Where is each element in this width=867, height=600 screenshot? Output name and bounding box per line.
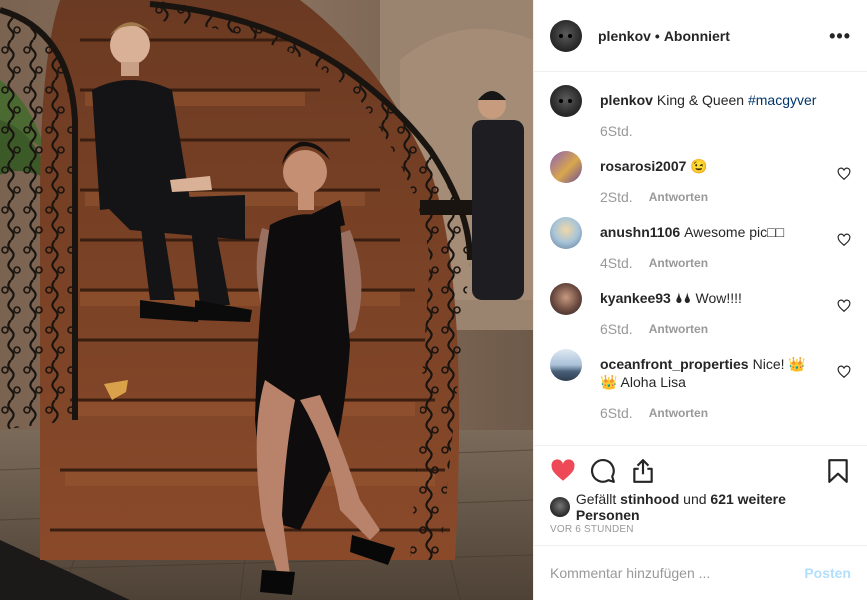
heart-filled-icon[interactable] — [550, 458, 576, 484]
comment-time[interactable]: 6Std. — [600, 405, 633, 421]
post-header: plenkov • Abonniert ••• — [534, 0, 867, 72]
likes-prefix: Gefällt — [575, 491, 621, 507]
caption: plenkov King & Queen #macgyver 6Std. — [550, 73, 851, 139]
avatar[interactable] — [550, 151, 582, 183]
comment-text: 🌢🌢 Wow!!!! — [674, 290, 742, 306]
comment-username[interactable]: kyankee93 — [600, 290, 671, 306]
caption-time[interactable]: 6Std. — [600, 123, 633, 139]
comment-time[interactable]: 4Std. — [600, 255, 633, 271]
reply-button[interactable]: Antworten — [649, 406, 708, 420]
list-item: oceanfront_properties Nice! 👑👑 Aloha Lisa… — [550, 337, 851, 421]
likes-middle: und — [679, 491, 711, 507]
comment-time[interactable]: 2Std. — [600, 189, 633, 205]
bookmark-icon[interactable] — [825, 458, 851, 484]
caption-username[interactable]: plenkov — [600, 92, 653, 108]
comment-username[interactable]: oceanfront_properties — [600, 356, 749, 372]
avatar[interactable] — [550, 85, 582, 117]
avatar[interactable] — [550, 497, 570, 517]
reply-button[interactable]: Antworten — [649, 190, 708, 204]
post-time[interactable]: VOR 6 STUNDEN — [550, 524, 851, 535]
caption-body: King & Queen — [656, 92, 745, 108]
post-photo[interactable] — [0, 0, 533, 600]
heart-outline-icon[interactable] — [837, 299, 851, 313]
reply-button[interactable]: Antworten — [649, 322, 708, 336]
likes-summary[interactable]: Gefällt stinhood und 621 weitere Persone… — [550, 491, 851, 523]
reply-button[interactable]: Antworten — [649, 256, 708, 270]
post-button[interactable]: Posten — [804, 565, 851, 581]
add-comment-bar: Posten — [534, 545, 867, 600]
avatar[interactable] — [550, 349, 582, 381]
likes-text: Gefällt stinhood und 621 weitere Persone… — [576, 491, 851, 523]
avatar[interactable] — [550, 283, 582, 315]
comment-text: 😉 — [690, 158, 708, 174]
comment-username[interactable]: rosarosi2007 — [600, 158, 686, 174]
post-actions: Gefällt stinhood und 621 weitere Persone… — [534, 445, 867, 535]
more-horizontal-icon[interactable]: ••• — [829, 27, 851, 45]
comment-input[interactable] — [550, 565, 805, 581]
avatar[interactable] — [550, 217, 582, 249]
post-image — [0, 0, 533, 600]
hashtag-link[interactable]: #macgyver — [748, 92, 816, 108]
caption-text: plenkov King & Queen #macgyver — [600, 85, 823, 109]
comment-username[interactable]: anushn1106 — [600, 224, 680, 240]
avatar[interactable] — [550, 19, 582, 52]
liker-username[interactable]: stinhood — [620, 491, 679, 507]
comment-text: Awesome pic□□ — [684, 224, 785, 240]
comment-icon[interactable] — [590, 458, 616, 484]
heart-outline-icon[interactable] — [837, 167, 851, 181]
comment-time[interactable]: 6Std. — [600, 321, 633, 337]
heart-outline-icon[interactable] — [837, 233, 851, 247]
list-item: rosarosi2007 😉 2Std. Antworten — [550, 139, 851, 205]
header-username[interactable]: plenkov — [598, 28, 651, 44]
header-separator: • — [654, 27, 660, 44]
list-item: anushn1106 Awesome pic□□ 4Std. Antworten — [550, 205, 851, 271]
follow-status-button[interactable]: Abonniert — [664, 28, 730, 44]
post-sidebar: plenkov • Abonniert ••• plenkov King & Qu… — [533, 0, 867, 600]
list-item: kyankee93 🌢🌢 Wow!!!! 6Std. Antworten — [550, 271, 851, 337]
heart-outline-icon[interactable] — [837, 365, 851, 379]
comment-list[interactable]: plenkov King & Queen #macgyver 6Std. rosa… — [534, 73, 867, 445]
share-icon[interactable] — [630, 458, 656, 484]
